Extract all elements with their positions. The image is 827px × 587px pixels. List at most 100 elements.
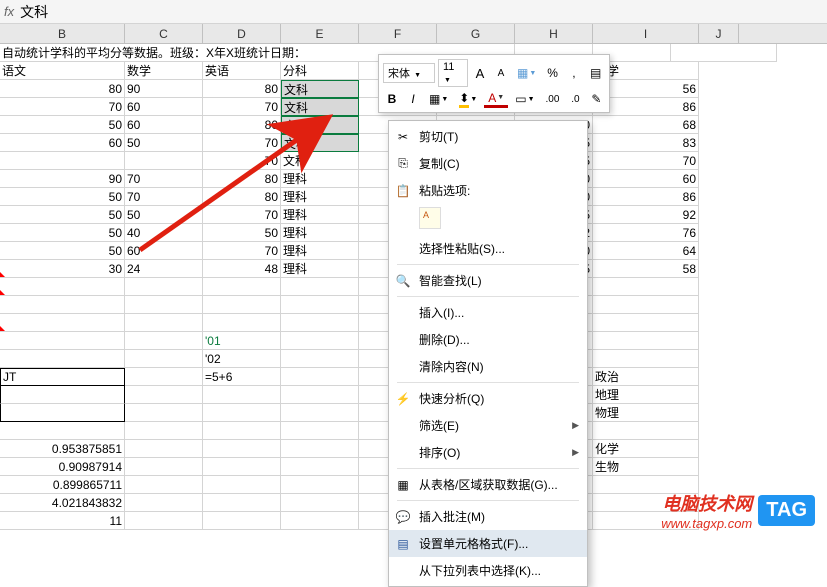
- cell[interactable]: [281, 458, 359, 476]
- cell[interactable]: 80: [203, 170, 281, 188]
- cell[interactable]: [671, 44, 777, 62]
- menu-cut[interactable]: ✂剪切(T): [389, 123, 587, 150]
- cell[interactable]: 80: [0, 80, 125, 98]
- cell[interactable]: [281, 314, 359, 332]
- cell[interactable]: [125, 440, 203, 458]
- cell[interactable]: [125, 350, 203, 368]
- menu-insert-comment[interactable]: 💬插入批注(M): [389, 503, 587, 530]
- cell[interactable]: 76: [593, 224, 699, 242]
- cell[interactable]: [0, 332, 125, 350]
- menu-filter[interactable]: 筛选(E)▶: [389, 412, 587, 439]
- cell-selected[interactable]: 文科: [281, 134, 359, 152]
- menu-sort[interactable]: 排序(O)▶: [389, 439, 587, 466]
- cell[interactable]: =5+6: [203, 368, 281, 386]
- cell[interactable]: 90: [0, 170, 125, 188]
- cell[interactable]: [203, 404, 281, 422]
- cell[interactable]: 60: [125, 242, 203, 260]
- cell[interactable]: 83: [593, 134, 699, 152]
- cell[interactable]: [125, 314, 203, 332]
- merge-button[interactable]: ▭▼: [511, 90, 538, 108]
- cell[interactable]: [203, 494, 281, 512]
- cell[interactable]: 4.021843832: [0, 494, 125, 512]
- cell[interactable]: [0, 314, 125, 332]
- cell[interactable]: [281, 422, 359, 440]
- cell[interactable]: 86: [593, 188, 699, 206]
- cell[interactable]: 70: [125, 188, 203, 206]
- menu-from-table[interactable]: ▦从表格/区域获取数据(G)...: [389, 471, 587, 498]
- cell[interactable]: 68: [593, 116, 699, 134]
- cell-header[interactable]: 语文: [0, 62, 125, 80]
- cell[interactable]: [281, 332, 359, 350]
- format-painter-button[interactable]: ✎: [587, 90, 605, 108]
- cell[interactable]: 70: [0, 98, 125, 116]
- cell[interactable]: [203, 422, 281, 440]
- cell[interactable]: [593, 332, 699, 350]
- menu-clear[interactable]: 清除内容(N): [389, 353, 587, 380]
- col-header-C[interactable]: C: [125, 24, 203, 43]
- decrease-font-button[interactable]: A: [492, 64, 510, 82]
- menu-delete[interactable]: 删除(D)...: [389, 326, 587, 353]
- cell[interactable]: [125, 458, 203, 476]
- cell[interactable]: 70: [203, 242, 281, 260]
- menu-from-dropdown[interactable]: 从下拉列表中选择(K)...: [389, 557, 587, 584]
- increase-decimal-button[interactable]: .00: [542, 90, 564, 108]
- cell[interactable]: 50: [0, 224, 125, 242]
- cell[interactable]: [0, 278, 125, 296]
- cell[interactable]: 文科: [281, 152, 359, 170]
- cell-header[interactable]: 分科: [281, 62, 359, 80]
- cell[interactable]: 60: [593, 170, 699, 188]
- cell[interactable]: 90: [125, 80, 203, 98]
- cell[interactable]: '02: [203, 350, 281, 368]
- cell[interactable]: 80: [203, 116, 281, 134]
- cell[interactable]: [125, 476, 203, 494]
- cell[interactable]: [0, 386, 125, 404]
- cell-selected[interactable]: 文科: [281, 80, 359, 98]
- cell[interactable]: [125, 278, 203, 296]
- cell[interactable]: 理科: [281, 260, 359, 278]
- cell[interactable]: 地理: [593, 386, 699, 404]
- col-header-G[interactable]: G: [437, 24, 515, 43]
- italic-button[interactable]: I: [404, 90, 422, 108]
- cell[interactable]: [203, 476, 281, 494]
- col-header-F[interactable]: F: [359, 24, 437, 43]
- fx-icon[interactable]: fx: [4, 4, 14, 19]
- conditional-format-icon[interactable]: ▦▼: [513, 64, 540, 82]
- bold-button[interactable]: B: [383, 90, 401, 108]
- cell[interactable]: [0, 350, 125, 368]
- cell[interactable]: 政治: [593, 368, 699, 386]
- cell[interactable]: [203, 512, 281, 530]
- percent-button[interactable]: %: [543, 64, 562, 82]
- cell[interactable]: 0.899865711: [53, 478, 122, 492]
- cell[interactable]: [203, 440, 281, 458]
- cell[interactable]: [593, 350, 699, 368]
- menu-quick-analysis[interactable]: ⚡快速分析(Q): [389, 385, 587, 412]
- cell[interactable]: [281, 296, 359, 314]
- cell[interactable]: [281, 278, 359, 296]
- menu-insert[interactable]: 插入(I)...: [389, 299, 587, 326]
- cell[interactable]: 70: [203, 152, 281, 170]
- cell[interactable]: 70: [593, 152, 699, 170]
- cell[interactable]: [125, 152, 203, 170]
- cell[interactable]: 24: [125, 260, 203, 278]
- cell[interactable]: 80: [203, 80, 281, 98]
- decrease-decimal-button[interactable]: .0: [566, 90, 584, 108]
- menu-copy[interactable]: ⎘复制(C): [389, 150, 587, 177]
- cell[interactable]: '01: [203, 332, 281, 350]
- cell[interactable]: 50: [0, 242, 125, 260]
- cell[interactable]: 理科: [281, 242, 359, 260]
- cell[interactable]: [281, 512, 359, 530]
- cell[interactable]: [0, 422, 125, 440]
- font-size-selector[interactable]: 11 ▼: [438, 59, 468, 87]
- cell[interactable]: 50: [0, 116, 125, 134]
- col-header-H[interactable]: H: [515, 24, 593, 43]
- cell[interactable]: [0, 152, 125, 170]
- cell[interactable]: 50: [125, 206, 203, 224]
- cell[interactable]: 70: [203, 98, 281, 116]
- cell[interactable]: 50: [125, 134, 203, 152]
- cell[interactable]: 0.90987914: [0, 458, 125, 476]
- cell[interactable]: 70: [203, 206, 281, 224]
- font-color-button[interactable]: A▼: [484, 90, 508, 108]
- cell[interactable]: 50: [0, 206, 125, 224]
- cell[interactable]: [281, 440, 359, 458]
- cell[interactable]: 理科: [281, 224, 359, 242]
